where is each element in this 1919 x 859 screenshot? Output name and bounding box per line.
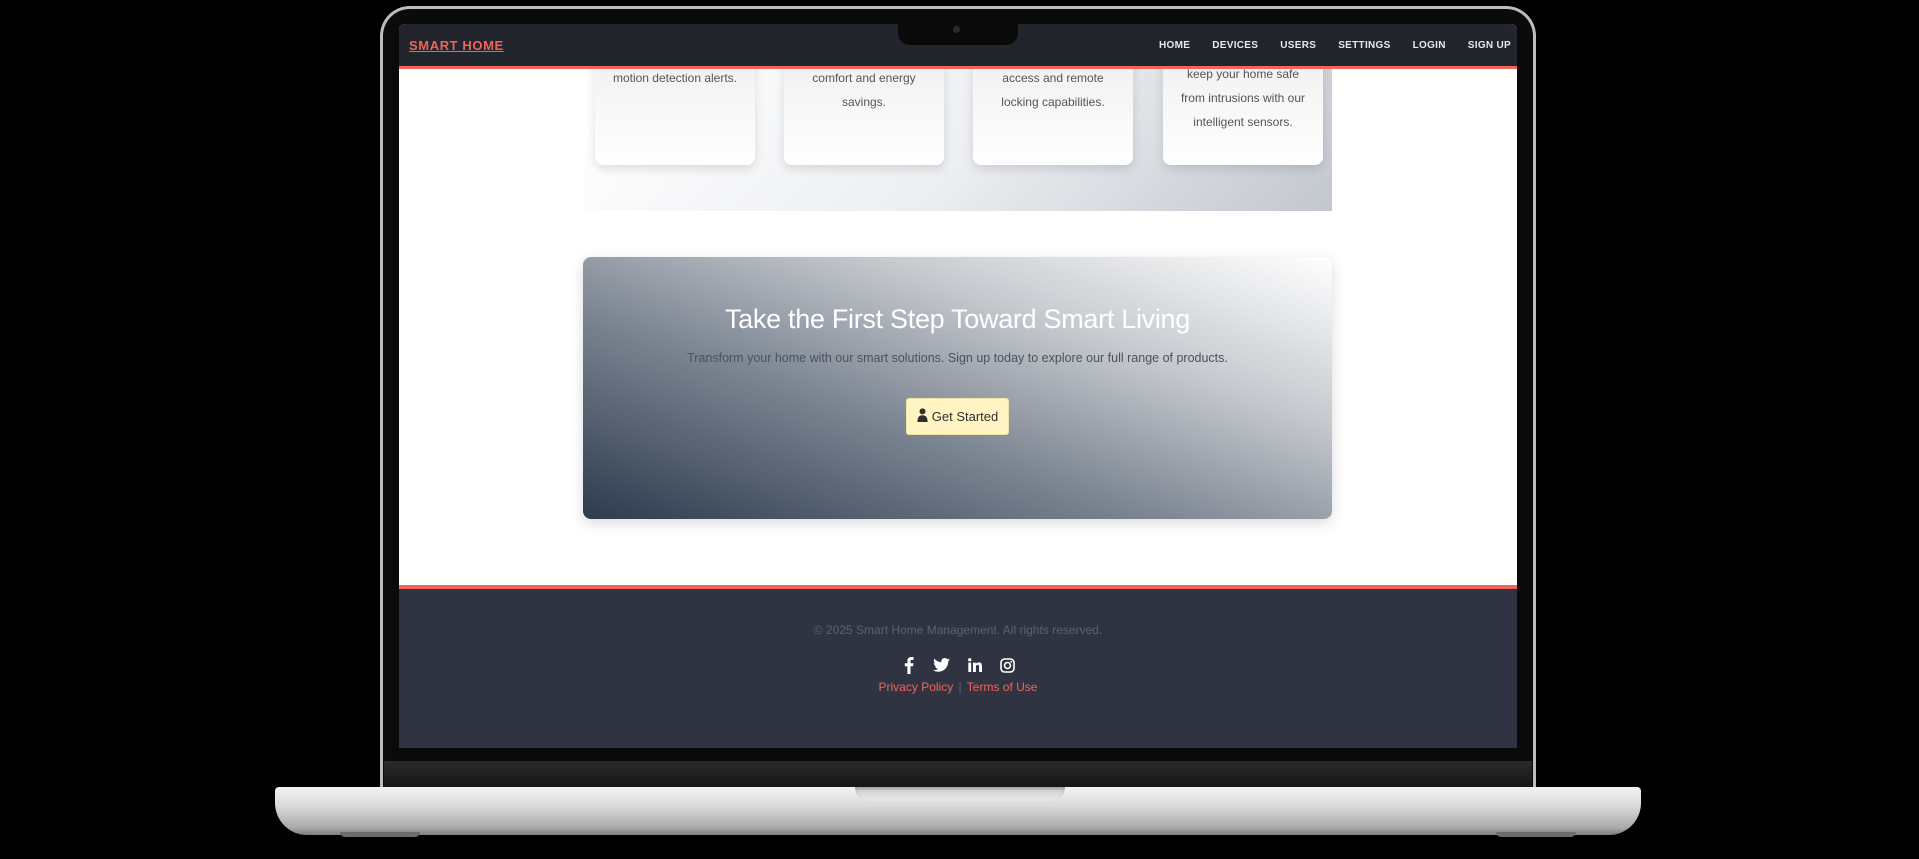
user-icon	[917, 408, 928, 425]
instagram-icon[interactable]	[999, 656, 1017, 674]
get-started-label: Get Started	[931, 409, 999, 424]
camera-icon	[953, 26, 960, 33]
nav-link-signup[interactable]: SIGN UP	[1468, 40, 1511, 51]
nav-link-login[interactable]: LOGIN	[1413, 40, 1446, 51]
footer-links: Privacy Policy | Terms of Use	[399, 680, 1517, 694]
twitter-icon[interactable]	[933, 656, 951, 674]
laptop-foot-left	[340, 832, 420, 837]
nav-links: HOME DEVICES USERS SETTINGS LOGIN SIGN U…	[1159, 40, 1511, 51]
footer: © 2025 Smart Home Management. All rights…	[399, 585, 1517, 748]
feature-card-text: access and remote locking capabilities.	[1001, 71, 1105, 109]
social-links	[399, 656, 1517, 674]
brand-logo-link[interactable]: SMART HOME	[409, 38, 504, 53]
facebook-icon[interactable]	[900, 656, 918, 674]
nav-link-users[interactable]: USERS	[1280, 40, 1316, 51]
linkedin-icon[interactable]	[966, 656, 984, 674]
footer-link-separator: |	[958, 680, 962, 694]
laptop-foot-right	[1496, 832, 1576, 837]
copyright-text: © 2025 Smart Home Management. All rights…	[813, 623, 1103, 637]
feature-card-text: keep your home safe from intrusions with…	[1180, 67, 1306, 129]
screen: SMART HOME HOME DEVICES USERS SETTINGS L…	[399, 24, 1517, 748]
nav-link-devices[interactable]: DEVICES	[1212, 40, 1258, 51]
laptop-base	[275, 787, 1641, 835]
laptop-base-notch	[855, 787, 1065, 801]
nav-link-home[interactable]: HOME	[1159, 40, 1190, 51]
cta-title: Take the First Step Toward Smart Living	[724, 304, 1190, 334]
get-started-button[interactable]: Get Started	[905, 398, 1010, 435]
laptop-hinge	[384, 761, 1532, 789]
cta-text: Transform your home with our smart solut…	[687, 351, 1228, 365]
feature-card-text: comfort and energy savings.	[812, 71, 916, 109]
nav-link-settings[interactable]: SETTINGS	[1338, 40, 1390, 51]
cta-section: Take the First Step Toward Smart Living …	[583, 257, 1332, 519]
camera-notch	[898, 23, 1018, 45]
feature-card-text: motion detection alerts.	[612, 71, 738, 85]
terms-of-use-link[interactable]: Terms of Use	[967, 680, 1038, 694]
privacy-policy-link[interactable]: Privacy Policy	[879, 680, 954, 694]
